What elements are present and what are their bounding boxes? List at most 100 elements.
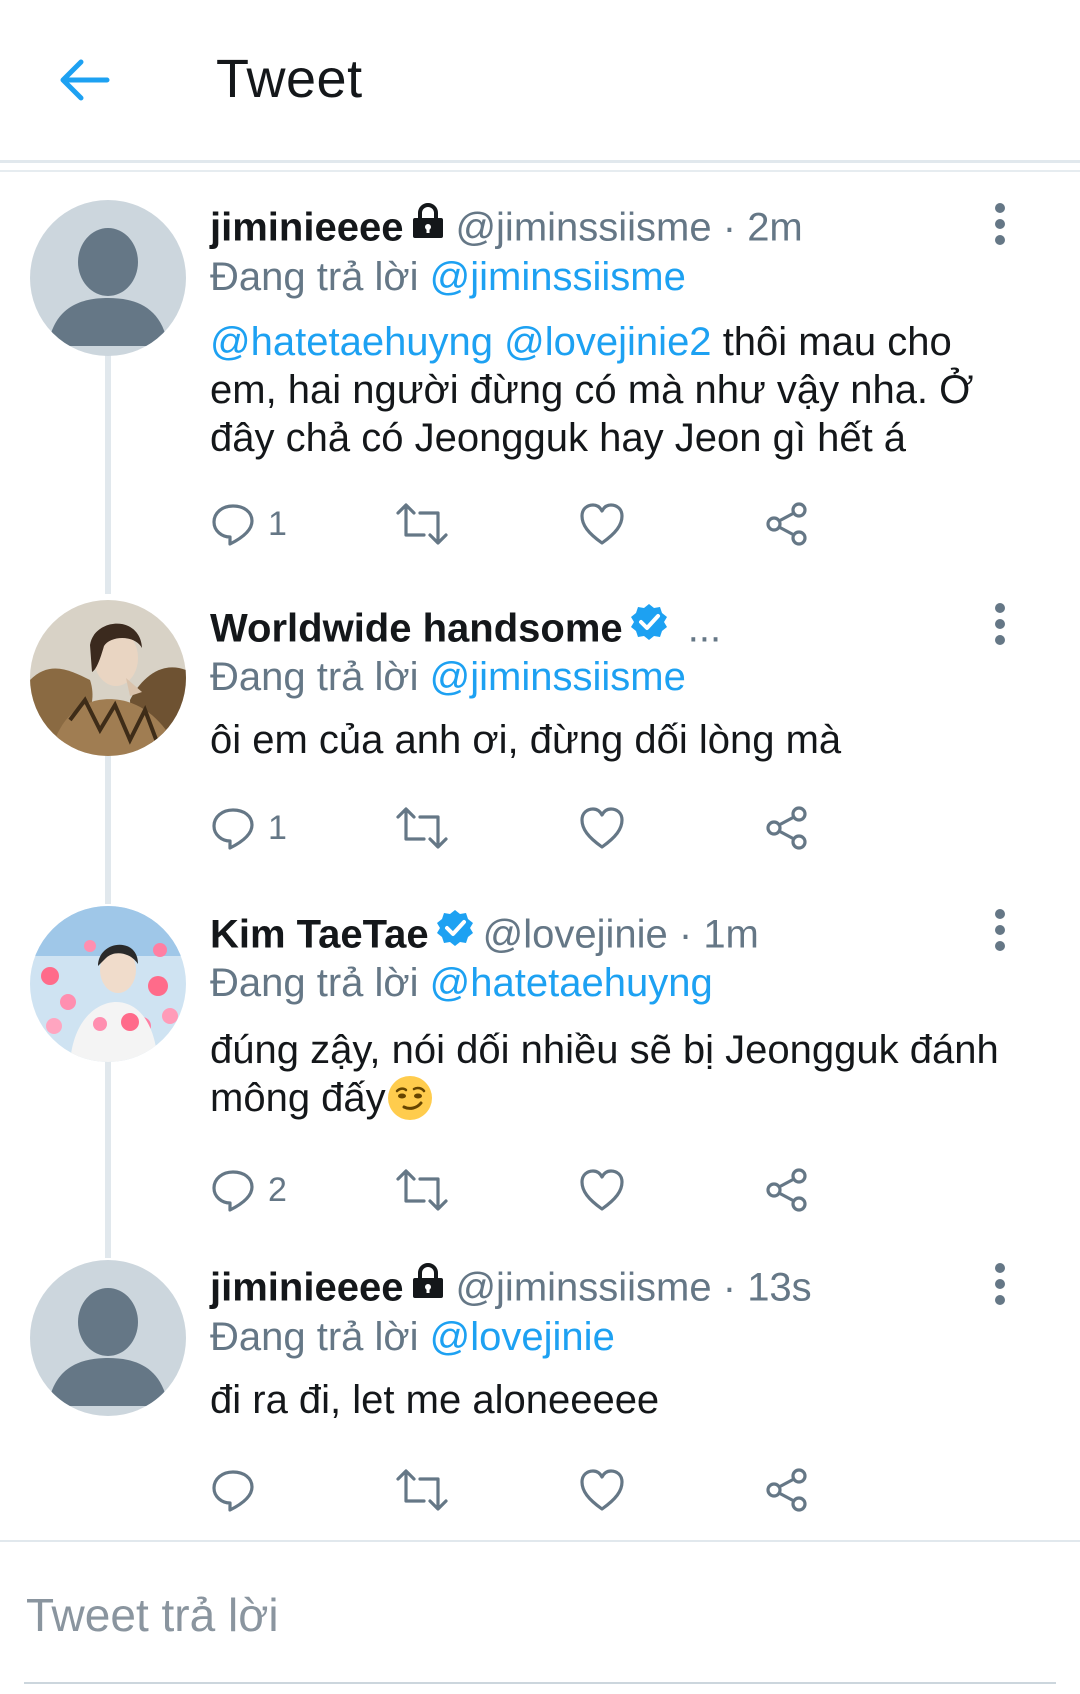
reply-icon	[212, 1170, 254, 1212]
reply-count: 1	[268, 808, 287, 847]
share-icon	[766, 1168, 807, 1212]
user-handle[interactable]: @lovejinie	[483, 913, 668, 957]
thread-connector	[105, 734, 111, 904]
tweet-text: @hatetaehuyng @lovejinie2 thôi mau cho e…	[210, 318, 1010, 462]
like-button[interactable]	[578, 1160, 626, 1220]
page-title: Tweet	[216, 49, 363, 109]
reply-context: Đang trả lời @lovejinie	[210, 1312, 615, 1362]
avatar[interactable]	[30, 1260, 186, 1416]
reply-icon	[212, 504, 254, 546]
reply-button[interactable]: 2	[210, 1160, 287, 1220]
action-bar: 1	[210, 798, 910, 858]
thread-connector	[105, 332, 111, 594]
verified-badge-icon	[435, 908, 475, 960]
truncated-ellipsis: ...	[687, 606, 722, 651]
reply-context: Đang trả lời @jiminssiisme	[210, 652, 686, 702]
back-arrow-icon[interactable]	[55, 50, 115, 110]
top-bar: Tweet	[0, 0, 1080, 160]
reply-mention[interactable]: @jiminssiisme	[430, 255, 686, 299]
default-profile-icon	[48, 1288, 168, 1406]
action-bar: 2	[210, 1160, 910, 1220]
reply-mention[interactable]: @lovejinie	[430, 1315, 615, 1359]
reply-count: 1	[268, 504, 287, 543]
tweet-header: jiminieeee @jiminssiisme · 13s	[210, 1262, 812, 1318]
more-options-icon[interactable]	[985, 1260, 1015, 1308]
default-profile-icon	[48, 228, 168, 346]
avatar[interactable]	[30, 600, 186, 756]
divider	[0, 160, 1080, 163]
share-button[interactable]	[764, 1460, 810, 1520]
more-options-icon[interactable]	[985, 906, 1015, 954]
like-icon	[580, 503, 624, 545]
thread-connector	[105, 1060, 111, 1258]
reply-context: Đang trả lời @hatetaehuyng	[210, 958, 713, 1008]
retweet-button[interactable]	[394, 1460, 450, 1520]
share-button[interactable]	[764, 798, 810, 858]
body-text: ôi em của anh ơi, đừng dối lòng mà	[210, 718, 842, 762]
reply-mention[interactable]: @hatetaehuyng	[430, 961, 713, 1005]
display-name[interactable]: jiminieeee	[210, 1266, 403, 1310]
retweet-icon	[396, 1169, 448, 1211]
avatar[interactable]	[30, 200, 186, 356]
reply-icon	[212, 808, 254, 850]
profile-photo	[30, 600, 186, 756]
mention-link[interactable]: @lovejinie2	[504, 320, 711, 364]
reply-prefix: Đang trả lời	[210, 655, 419, 699]
user-handle[interactable]: @jiminssiisme	[455, 1266, 711, 1310]
separator: ·	[678, 912, 693, 957]
timestamp: 2m	[747, 205, 803, 250]
like-button[interactable]	[578, 1460, 626, 1520]
divider	[0, 170, 1080, 172]
lock-icon	[409, 202, 447, 252]
like-icon	[580, 807, 624, 849]
share-button[interactable]	[764, 494, 810, 554]
reply-prefix: Đang trả lời	[210, 1315, 419, 1359]
share-icon	[766, 1468, 807, 1512]
mention-link[interactable]: @hatetaehuyng	[210, 320, 493, 364]
divider	[0, 1540, 1080, 1542]
tweet-header: jiminieeee @jiminssiisme · 2m	[210, 202, 803, 258]
like-button[interactable]	[578, 494, 626, 554]
retweet-button[interactable]	[394, 494, 450, 554]
retweet-button[interactable]	[394, 1160, 450, 1220]
retweet-icon	[396, 1469, 448, 1511]
more-options-icon[interactable]	[985, 200, 1015, 248]
like-icon	[580, 1469, 624, 1511]
timestamp: 13s	[747, 1265, 812, 1310]
display-name[interactable]: jiminieeee	[210, 206, 403, 250]
user-handle[interactable]: @jiminssiisme	[455, 206, 711, 250]
reply-icon	[212, 1470, 254, 1512]
profile-photo	[30, 906, 186, 1062]
reply-count: 2	[268, 1170, 287, 1209]
body-text: đúng zậy, nói dối nhiều sẽ bị Jeongguk đ…	[210, 1028, 999, 1120]
reply-button[interactable]: 1	[210, 798, 287, 858]
timestamp: 1m	[703, 912, 759, 957]
input-underline	[24, 1682, 1056, 1684]
tweet-text: ôi em của anh ơi, đừng dối lòng mà	[210, 716, 1010, 764]
reply-button[interactable]: 1	[210, 494, 287, 554]
reply-mention[interactable]: @jiminssiisme	[430, 655, 686, 699]
share-button[interactable]	[764, 1160, 810, 1220]
display-name[interactable]: Worldwide handsome	[210, 607, 623, 651]
like-button[interactable]	[578, 798, 626, 858]
retweet-icon	[396, 503, 448, 545]
smirking-face-emoji	[386, 1074, 434, 1122]
separator: ·	[722, 1265, 737, 1310]
display-name[interactable]: Kim TaeTae	[210, 913, 429, 957]
reply-prefix: Đang trả lời	[210, 961, 419, 1005]
retweet-icon	[396, 807, 448, 849]
avatar[interactable]	[30, 906, 186, 1062]
action-bar	[210, 1460, 910, 1520]
tweet-text: đi ra đi, let me aloneeeee	[210, 1376, 1010, 1424]
retweet-button[interactable]	[394, 798, 450, 858]
lock-icon	[409, 1262, 447, 1312]
action-bar: 1	[210, 494, 910, 554]
reply-button[interactable]	[210, 1460, 268, 1520]
reply-compose-input[interactable]	[24, 1582, 1058, 1648]
body-text: đi ra đi, let me aloneeeee	[210, 1378, 660, 1422]
reply-prefix: Đang trả lời	[210, 255, 419, 299]
share-icon	[766, 502, 807, 546]
reply-context: Đang trả lời @jiminssiisme	[210, 252, 686, 302]
share-icon	[766, 806, 807, 850]
more-options-icon[interactable]	[985, 600, 1015, 648]
